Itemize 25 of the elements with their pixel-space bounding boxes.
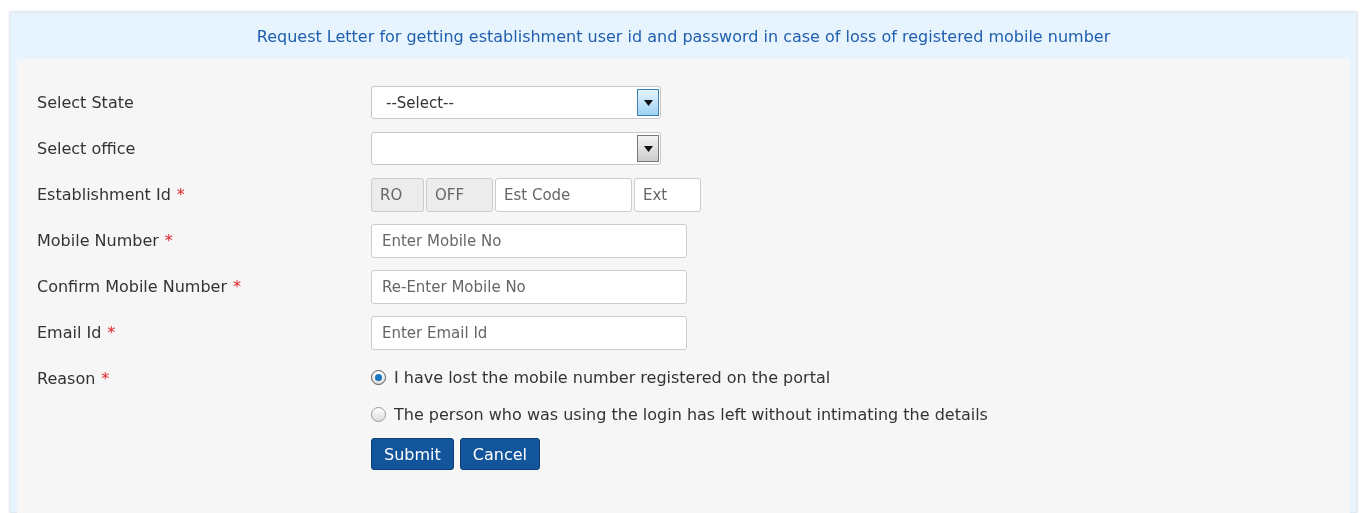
field-label: Establishment Id (37, 185, 171, 204)
form-button[interactable]: Cancel (459, 438, 540, 470)
required-mark: * (101, 369, 110, 388)
radio-button[interactable] (371, 370, 386, 385)
required-mark: * (107, 323, 116, 342)
field-label: Reason (37, 369, 96, 388)
required-mark: * (176, 185, 185, 204)
radio-label: The person who was using the login has left without intimating the details (394, 405, 988, 424)
radio-button[interactable] (371, 407, 386, 422)
input-field[interactable]: Re-Enter Mobile No (371, 270, 687, 304)
field-label: Confirm Mobile Number (37, 277, 227, 296)
required-mark: * (233, 277, 241, 296)
field-label: Select office (37, 139, 136, 158)
input-field[interactable]: Ext (634, 178, 701, 212)
form-button[interactable]: Submit (371, 438, 454, 470)
radio-label: I have lost the mobile number registered on the portal (394, 368, 831, 387)
input-field[interactable]: Enter Mobile No (371, 224, 687, 258)
dropdown[interactable]: --Select-- (371, 86, 661, 119)
field-label: Select State (37, 93, 134, 112)
field-label: Mobile Number (37, 231, 159, 250)
input-field[interactable]: Est Code (495, 178, 632, 212)
field-label: Email Id (37, 323, 102, 342)
form-title: Request Letter for getting establishment user id and password in case of loss of registered mobile number (256, 26, 1111, 46)
required-mark: * (164, 231, 173, 250)
input-field[interactable]: Enter Email Id (371, 316, 687, 350)
